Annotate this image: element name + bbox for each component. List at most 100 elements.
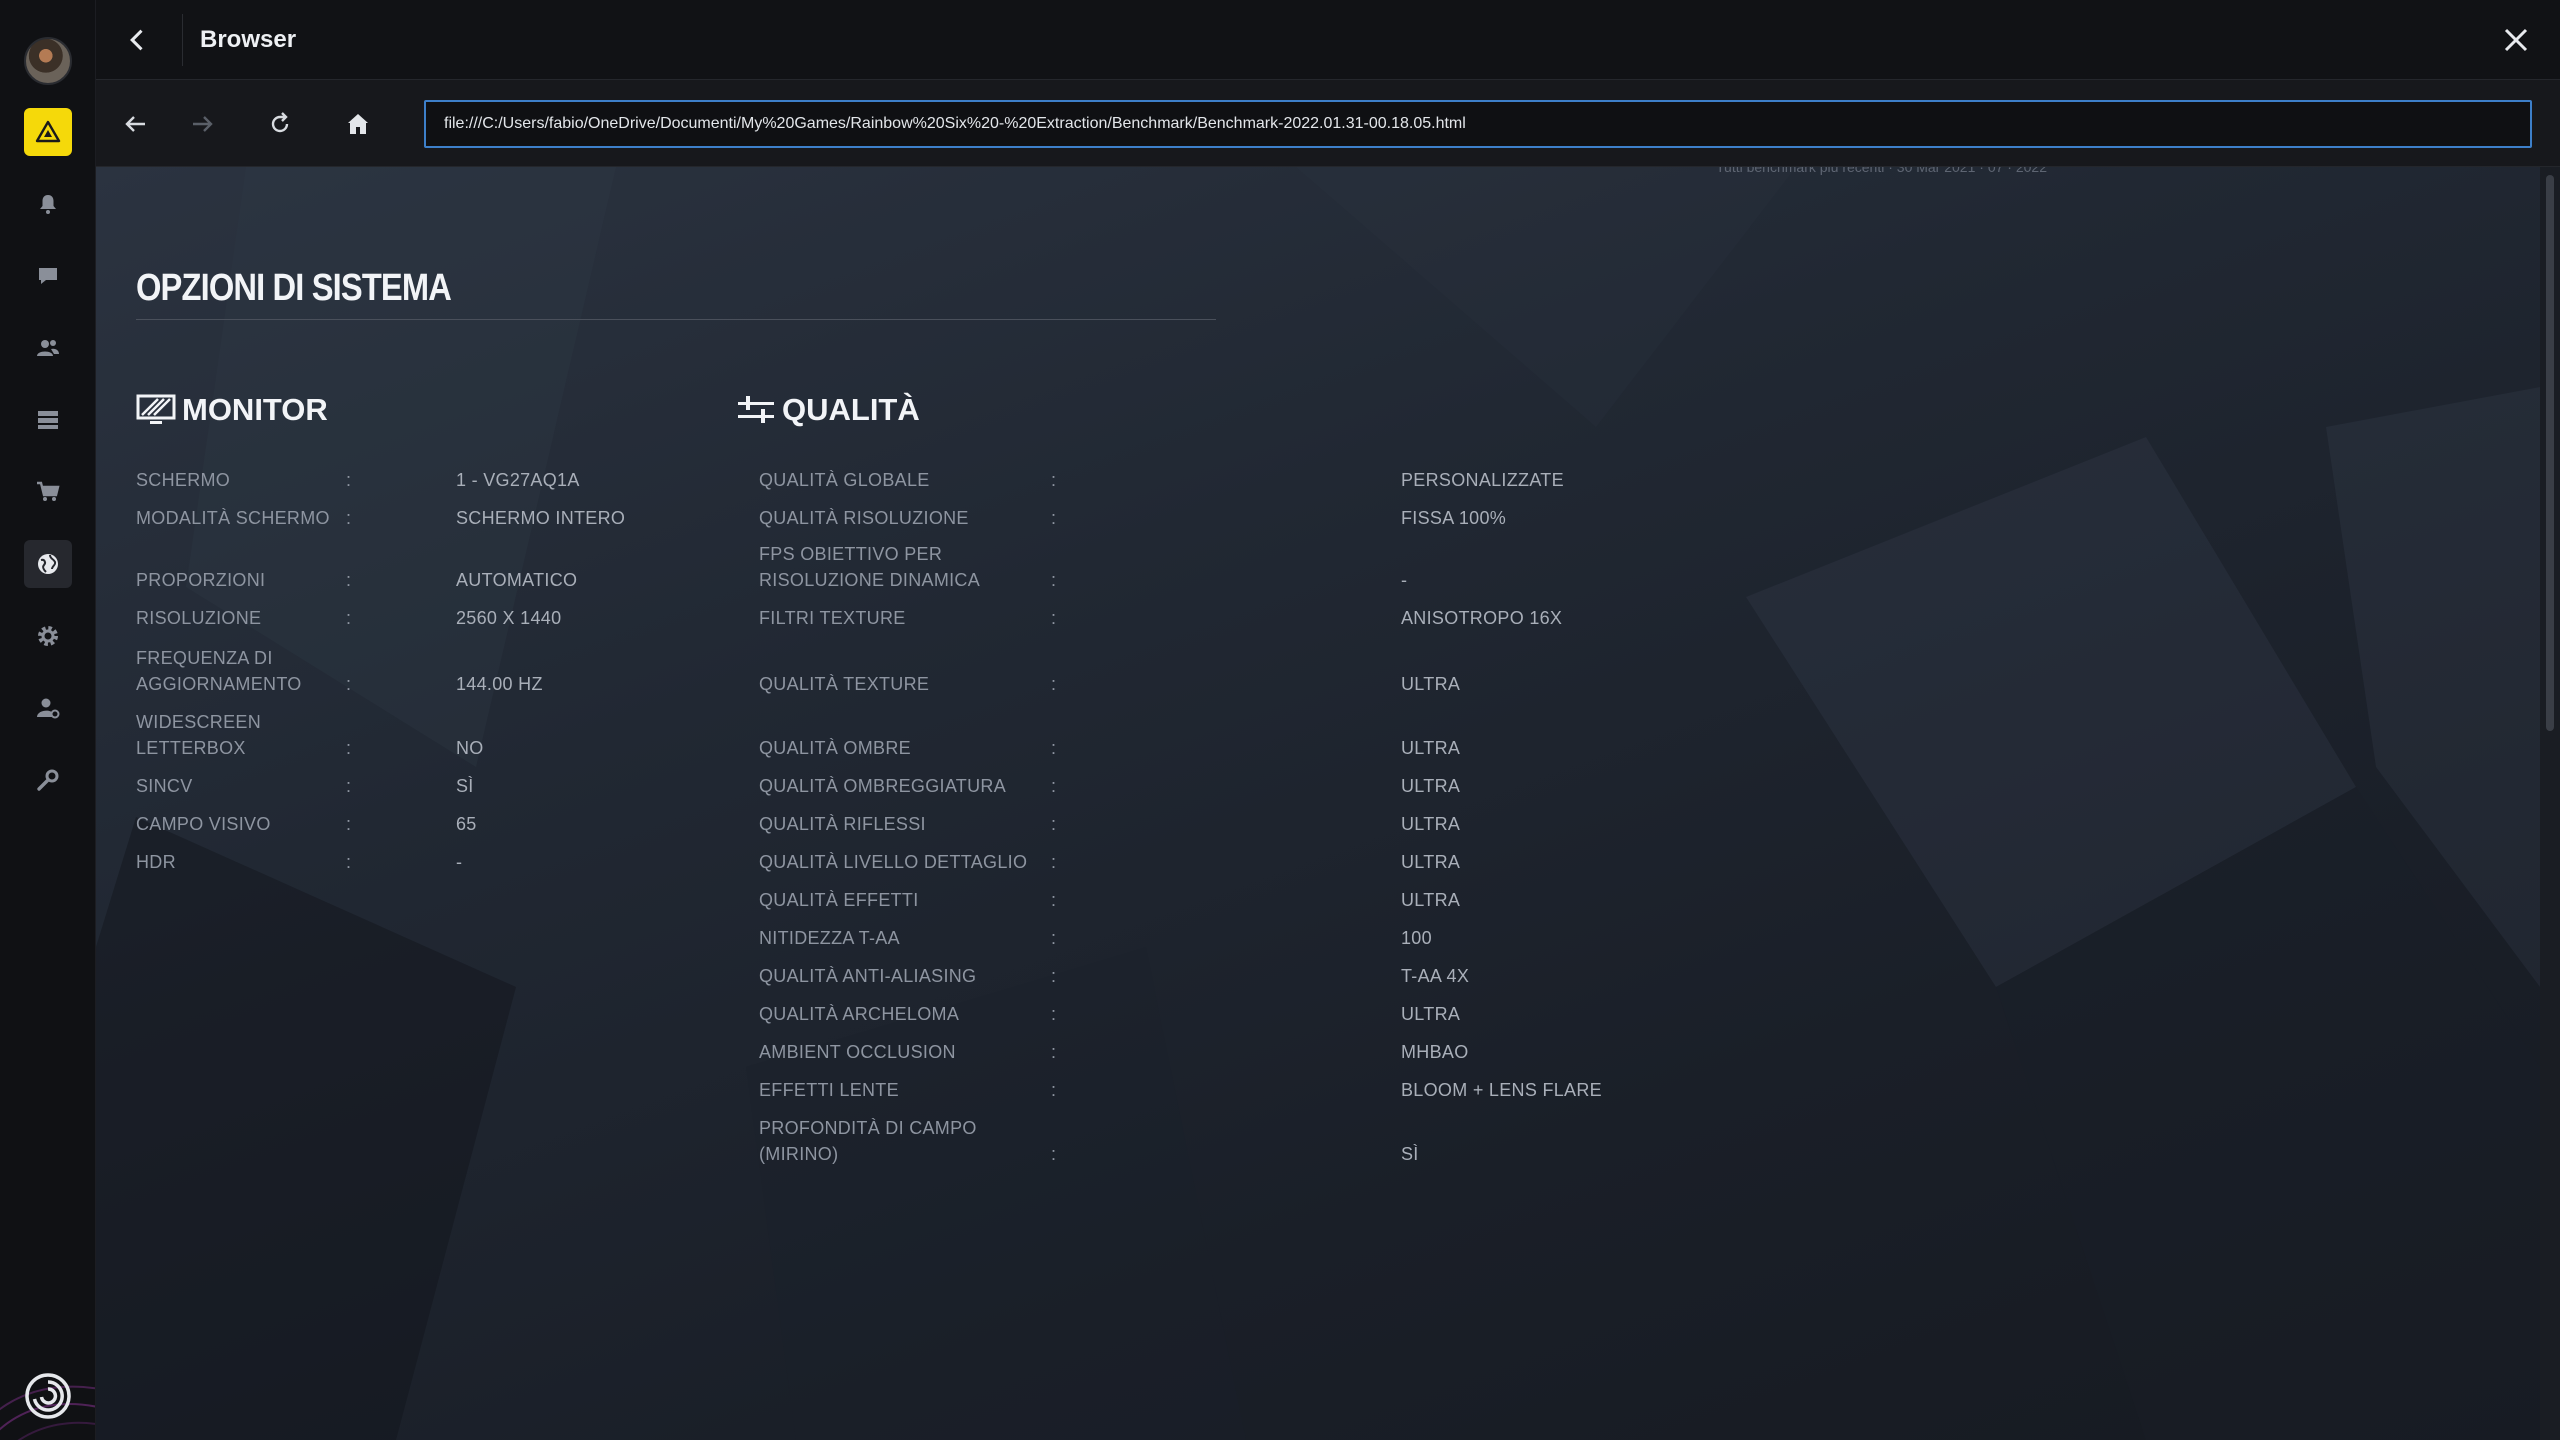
row-label: Qualità ombre [759, 738, 911, 758]
monitor-row: SincV: Sì [136, 761, 696, 799]
row-label: Ambient occlusion [759, 1042, 956, 1062]
friends-icon[interactable] [24, 324, 72, 372]
quality-row: FPS obiettivo per risoluzione dinamica: - [759, 531, 1659, 593]
sliders-icon [738, 396, 774, 423]
home-button[interactable] [334, 100, 382, 148]
quality-row: Qualità ombre: Ultra [759, 697, 1659, 761]
row-label: Qualità livello dettaglio [759, 852, 1028, 872]
warning-triangle-icon [35, 120, 61, 143]
row-value: Ultra [1401, 1004, 1461, 1024]
section-divider [136, 319, 1216, 320]
row-value: MHBAO [1401, 1042, 1469, 1062]
quality-row: Qualità anti-aliasing: T-AA 4x [759, 951, 1659, 989]
row-value: 1 - VG27AQ1A [456, 470, 580, 490]
row-value: Ultra [1401, 852, 1461, 872]
row-separator: : [346, 570, 352, 590]
row-value: - [1401, 570, 1408, 590]
chat-icon[interactable] [24, 252, 72, 300]
row-separator: : [1051, 890, 1057, 910]
row-value: Ultra [1401, 776, 1461, 796]
monitor-heading-text: MONITOR [182, 392, 328, 427]
row-value: Bloom + lens flare [1401, 1080, 1602, 1100]
row-separator: : [1051, 1004, 1057, 1024]
settings-icon[interactable] [24, 612, 72, 660]
avatar[interactable] [24, 37, 72, 85]
monitor-row: Modalità schermo: Schermo intero [136, 495, 696, 531]
monitor-icon [136, 394, 176, 424]
quality-row: Qualità Archeloma: Ultra [759, 989, 1659, 1027]
back-button[interactable] [116, 18, 160, 62]
row-label: Qualità riflessi [759, 814, 926, 834]
vertical-scrollbar[interactable] [2540, 167, 2560, 1440]
row-separator: : [1051, 852, 1057, 872]
row-separator: : [346, 470, 352, 490]
quality-row: Ambient occlusion: MHBAO [759, 1027, 1659, 1065]
row-label: Qualità globale [759, 470, 930, 490]
quality-row: Profondità di campo (mirino): Sì [759, 1103, 1659, 1167]
store-icon[interactable] [24, 468, 72, 516]
row-label: HDR [136, 852, 176, 872]
row-separator: : [1051, 1042, 1057, 1062]
tools-icon[interactable] [24, 756, 72, 804]
row-label: Frequenza di aggiornamento [136, 648, 302, 694]
row-value: Sì [456, 776, 474, 796]
row-label: Qualità texture [759, 674, 930, 694]
row-separator: : [346, 674, 352, 694]
row-value: 100 [1401, 928, 1432, 948]
row-label: Qualità risoluzione [759, 508, 969, 528]
row-label: Campo visivo [136, 814, 271, 834]
row-separator: : [1051, 608, 1057, 628]
monitor-row: Schermo: 1 - VG27AQ1A [136, 457, 696, 493]
row-label: Nitidezza T-AA [759, 928, 900, 948]
nav-back-button[interactable] [112, 100, 160, 148]
row-label: Qualità Archeloma [759, 1004, 960, 1024]
account-icon[interactable] [24, 684, 72, 732]
row-separator: : [1051, 776, 1057, 796]
url-input[interactable]: file:///C:/Users/fabio/OneDrive/Document… [424, 100, 2532, 148]
row-separator: : [346, 608, 352, 628]
row-separator: : [1051, 1080, 1057, 1100]
row-value: Ultra [1401, 814, 1461, 834]
row-label: Effetti lente [759, 1080, 899, 1100]
row-separator: : [1051, 1144, 1057, 1164]
chevron-left-icon [130, 29, 143, 51]
row-label: FPS obiettivo per risoluzione dinamica [759, 544, 981, 590]
globe-icon[interactable] [24, 540, 72, 588]
row-value: Ultra [1401, 738, 1461, 758]
quality-row: Qualità livello dettaglio: Ultra [759, 837, 1659, 875]
row-label: Filtri texture [759, 608, 906, 628]
row-value: Fissa 100% [1401, 508, 1507, 528]
row-label: Modalità schermo [136, 508, 330, 528]
row-separator: : [346, 738, 352, 758]
game-launcher-icon[interactable] [24, 108, 72, 156]
row-value: Automatico [456, 570, 578, 590]
row-label: Schermo [136, 470, 231, 490]
nav-forward-button[interactable] [178, 100, 226, 148]
faded-header-text: Tutti benchmark più recenti · 30 Mar 202… [1716, 167, 2047, 175]
row-separator: : [1051, 738, 1057, 758]
monitor-row: Proporzioni: Automatico [136, 557, 696, 593]
close-icon [2504, 28, 2528, 52]
quality-heading: QUALITÀ [736, 392, 920, 428]
notifications-icon[interactable] [24, 180, 72, 228]
row-separator: : [1051, 470, 1057, 490]
scrollbar-thumb[interactable] [2546, 175, 2554, 731]
row-separator: : [1051, 814, 1057, 834]
browser-nav-bar: file:///C:/Users/fabio/OneDrive/Document… [96, 80, 2560, 167]
section-title: OPZIONI DI SISTEMA [136, 267, 452, 309]
row-separator: : [1051, 674, 1057, 694]
monitor-row: Frequenza di aggiornamento: 144.00 Hz [136, 633, 696, 697]
monitor-row: Campo visivo: 65 [136, 799, 696, 837]
library-icon[interactable] [24, 396, 72, 444]
close-button[interactable] [2494, 18, 2538, 62]
ubisoft-logo-icon[interactable] [24, 1372, 72, 1420]
row-separator: : [1051, 508, 1057, 528]
row-separator: : [1051, 966, 1057, 986]
monitor-row: Risoluzione: 2560 x 1440 [136, 595, 696, 631]
quality-row: Qualità effetti: Ultra [759, 875, 1659, 913]
row-value: T-AA 4x [1401, 966, 1470, 986]
reload-button[interactable] [256, 100, 304, 148]
row-value: No [456, 738, 484, 758]
page-content: Tutti benchmark più recenti · 30 Mar 202… [96, 167, 2540, 1440]
quality-row: Qualità texture: Ultra [759, 633, 1659, 697]
